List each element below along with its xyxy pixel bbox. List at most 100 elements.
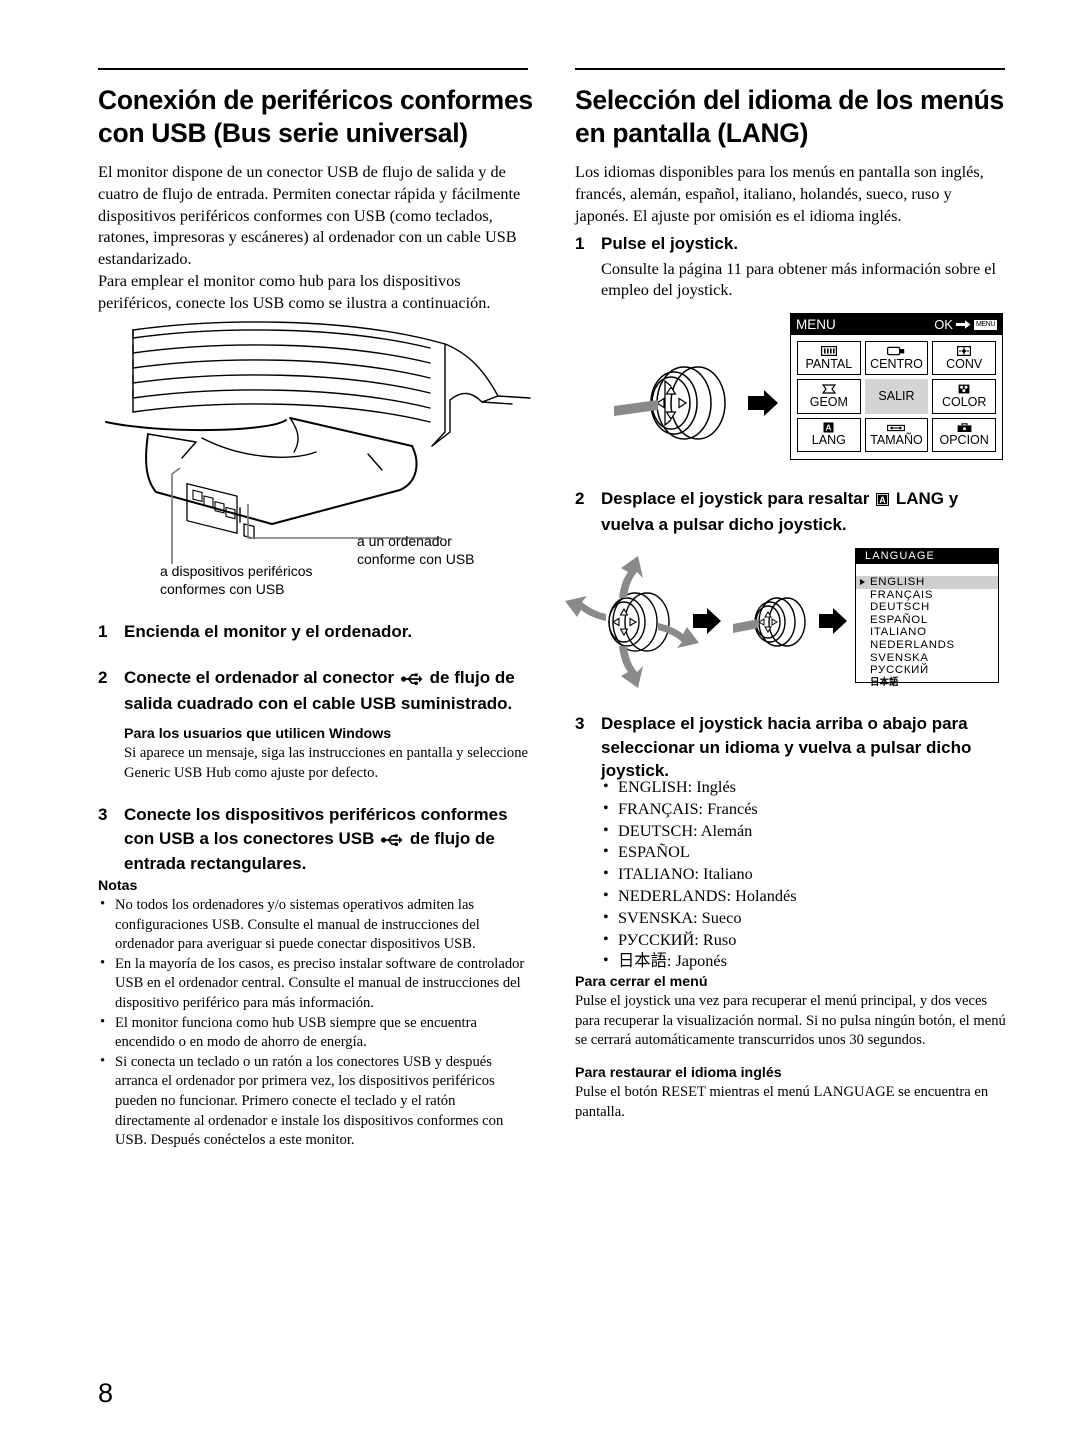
right-step-1-label: Pulse el joystick.: [601, 234, 739, 253]
language-bullet: NEDERLANDS: Holandés: [601, 884, 1001, 907]
left-step-1-number: 1: [98, 622, 108, 641]
osd-cell-label: COLOR: [941, 394, 987, 409]
windows-note-body: Si aparece un mensaje, siga las instrucc…: [124, 745, 529, 781]
callout-computer-line2: conforme con USB: [357, 550, 475, 567]
osd-language-item-deutsch[interactable]: DEUTSCH: [856, 601, 998, 614]
callout-devices-line2: conformes con USB: [160, 580, 285, 597]
close-menu-heading: Para cerrar el menú: [575, 974, 708, 990]
svg-text:A: A: [826, 423, 832, 433]
joystick-press-illustration: [614, 366, 778, 440]
osd-ok-hint: OK MENU: [934, 317, 997, 332]
left-step-1: 1 Encienda el monitor y el ordenador.: [98, 620, 530, 644]
right-step-2-text-before: Desplace el joystick para resaltar: [601, 489, 870, 508]
language-bullet: DEUTSCH: Alemán: [601, 819, 1001, 842]
osd-ok-label: OK: [934, 317, 953, 332]
note-item: No todos los ordenadores y/o sistemas op…: [98, 895, 530, 955]
close-menu-body: Pulse el joystick una vez para recuperar…: [575, 993, 1006, 1049]
osd-language-item-svenska[interactable]: SVENSKA: [856, 652, 998, 665]
osd-language-item-espanol[interactable]: ESPAÑOL: [856, 614, 998, 627]
right-step-3-text: Desplace el joystick hacia arriba o abaj…: [601, 714, 972, 780]
osd-main-menu: MENU OK MENU PANTAL CENTRO CONV GEOM SAL…: [790, 313, 1003, 460]
convergence-icon: [957, 346, 972, 357]
osd-cell-label: GEOM: [809, 394, 848, 409]
language-bullet: ITALIANO: Italiano: [601, 862, 1001, 885]
osd-cell-conv[interactable]: CONV: [932, 341, 996, 376]
restore-language-section: Para restaurar el idioma inglés Pulse el…: [575, 1064, 1007, 1122]
notes-list: No todos los ordenadores y/o sistemas op…: [98, 895, 530, 1151]
right-step-1-sub: Consulte la página 11 para obtener más i…: [601, 258, 996, 300]
joystick-move-illustration: [565, 556, 847, 688]
osd-language-item-nederlands[interactable]: NEDERLANDS: [856, 639, 998, 652]
note-item: Si conecta un teclado o un ratón a los c…: [98, 1052, 530, 1151]
left-intro: El monitor dispone de un conector USB de…: [98, 161, 530, 314]
osd-cell-tamano[interactable]: TAMAÑO: [864, 417, 929, 452]
close-menu-section: Para cerrar el menú Pulse el joystick un…: [575, 973, 1007, 1051]
left-intro-paragraph-2: Para emplear el monitor como hub para lo…: [98, 270, 491, 312]
language-bullet: SVENSKA: Sueco: [601, 906, 1001, 929]
right-step-3-number: 3: [575, 714, 585, 733]
osd-language-box: LANGUAGE ENGLISH FRANÇAIS DEUTSCH ESPAÑO…: [855, 548, 999, 688]
osd-cell-opcion[interactable]: OPCION: [932, 417, 996, 452]
osd-cell-label: CENTRO: [870, 356, 923, 371]
left-intro-paragraph-1: El monitor dispone de un conector USB de…: [98, 162, 521, 269]
osd-language-item-francais[interactable]: FRANÇAIS: [856, 589, 998, 602]
language-bullet: FRANÇAIS: Francés: [601, 797, 1001, 820]
page-number: 8: [98, 1378, 114, 1408]
right-intro: Los idiomas disponibles para los menús e…: [575, 161, 1007, 226]
osd-cell-label: OPCION: [939, 433, 989, 448]
arrow-right-icon: [955, 320, 971, 329]
osd-cell-label: CONV: [946, 356, 983, 371]
osd-cell-label: TAMAÑO: [870, 433, 923, 448]
osd-language-item-japanese[interactable]: 日本語: [856, 677, 998, 690]
osd-menu-title: MENU: [796, 317, 836, 332]
color-icon: [958, 384, 970, 395]
usb-icon: [400, 668, 423, 692]
language-bullet: ENGLISH: Inglés: [601, 775, 1001, 798]
lang-icon: A: [823, 422, 834, 433]
language-bullet-list: ENGLISH: Inglés FRANÇAIS: Francés DEUTSC…: [601, 775, 1001, 972]
manual-page: Conexión de periféricos conformes con US…: [0, 0, 1080, 1441]
osd-language-list: ENGLISH FRANÇAIS DEUTSCH ESPAÑOL ITALIAN…: [856, 564, 998, 689]
windows-note: Para los usuarios que utilicen Windows S…: [124, 725, 530, 783]
left-step-3-text: Conecte los dispositivos periféricos con…: [124, 803, 530, 876]
windows-note-heading: Para los usuarios que utilicen Windows: [124, 726, 392, 742]
left-step-3-number: 3: [98, 805, 108, 824]
notes-heading: Notas: [98, 878, 138, 894]
osd-cell-geom[interactable]: GEOM: [797, 379, 861, 414]
language-bullet: ESPAÑOL: [601, 840, 1001, 863]
osd-cell-salir[interactable]: SALIR: [864, 379, 929, 414]
osd-cell-centro[interactable]: CENTRO: [864, 341, 929, 376]
callout-devices-line1: a dispositivos periféricos: [160, 563, 313, 579]
left-step-2-text: Conecte el ordenador al conector de fluj…: [124, 666, 530, 715]
osd-cell-color[interactable]: COLOR: [932, 379, 996, 414]
osd-language-item-russian[interactable]: РУССКИЙ: [856, 664, 998, 677]
right-section-title: Selección del idioma de los menús en pan…: [575, 85, 1004, 148]
language-bullet: 日本語: Japonés: [601, 949, 1001, 972]
osd-language-item-english[interactable]: ENGLISH: [856, 576, 998, 589]
left-step-1-text: Encienda el monitor y el ordenador.: [124, 622, 413, 641]
left-column-rule: [98, 68, 528, 70]
osd-cell-label: LANG: [811, 433, 846, 448]
restore-language-heading: Para restaurar el idioma inglés: [575, 1065, 782, 1081]
note-item: En la mayoría de los casos, es preciso i…: [98, 954, 530, 1014]
right-intro-paragraph: Los idiomas disponibles para los menús e…: [575, 162, 984, 225]
osd-menu-grid: PANTAL CENTRO CONV GEOM SALIR COLOR A LA…: [791, 335, 1002, 458]
left-section-title: Conexión de periféricos conformes con US…: [98, 85, 533, 148]
osd-cell-label: PANTAL: [805, 356, 853, 371]
callout-computer-line1: a un ordenador: [357, 533, 452, 549]
osd-language-title: LANGUAGE: [856, 549, 998, 564]
lang-icon: A: [876, 489, 890, 513]
right-column-rule: [575, 68, 1005, 70]
screen-icon: [820, 346, 837, 357]
right-step-2-text: Desplace el joystick para resaltar A LAN…: [601, 487, 1007, 536]
center-icon: [887, 346, 905, 357]
osd-cell-pantal[interactable]: PANTAL: [797, 341, 861, 376]
osd-cell-lang[interactable]: A LANG: [797, 417, 861, 452]
osd-language-item-italiano[interactable]: ITALIANO: [856, 626, 998, 639]
svg-text:A: A: [879, 495, 886, 505]
right-step-1-text: Pulse el joystick. Consulte la página 11…: [601, 232, 1007, 301]
right-step-1: 1 Pulse el joystick. Consulte la página …: [575, 232, 1007, 301]
notes-section: Notas No todos los ordenadores y/o siste…: [98, 877, 530, 1151]
osd-cell-label: SALIR: [878, 388, 915, 403]
left-step-2: 2 Conecte el ordenador al conector de fl…: [98, 666, 530, 715]
